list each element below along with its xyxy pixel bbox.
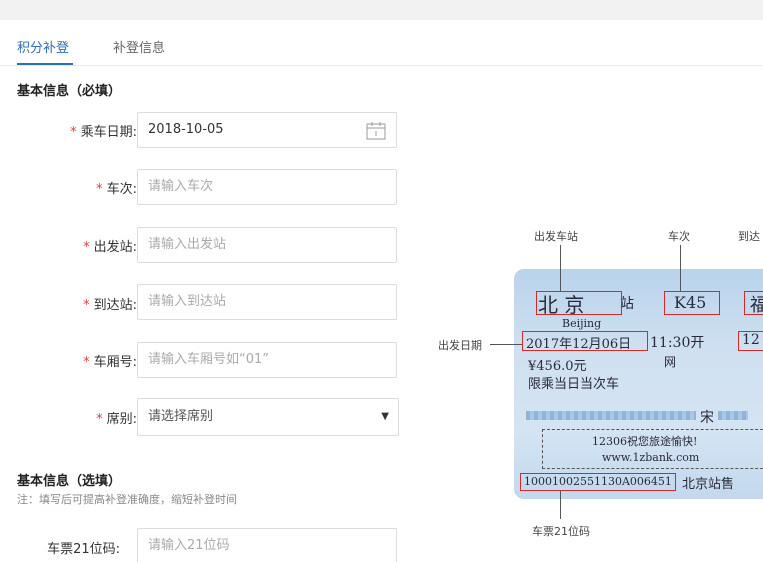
tab-supplement-info[interactable]: 补登信息 [113,40,165,58]
arrive-station-input[interactable]: 请输入到达站 [137,284,397,320]
callout-line-train-no [680,245,681,291]
caret-down-icon: ▼ [381,411,389,422]
highlight-ticket-code [520,473,676,491]
callout-depart-date: 出发日期 [438,339,482,352]
callout-ticket-code: 车票21位码 [532,525,590,538]
highlight-train-no [664,291,720,315]
optional-note: 注：填写后可提高补登准确度，缩短补登时间 [17,493,237,506]
ticket-site: www.1zbank.com [602,451,700,464]
ticket-code-input[interactable]: 请输入21位码 [137,528,397,562]
redacted-id [526,411,696,420]
train-input[interactable]: 请输入车次 [137,169,397,205]
section-title-required: 基本信息（必填） [17,84,122,99]
calendar-icon[interactable] [366,121,386,140]
carriage-input[interactable]: 请输入车厢号如“01” [137,342,397,378]
date-value: 2018-10-05 [148,122,224,137]
required-mark: * [70,125,77,140]
seat-select-value: 请选择席别 [148,409,214,424]
depart-station-input[interactable]: 请输入出发站 [137,227,397,263]
highlight-arrive-station [744,291,763,315]
ticket-price: ¥456.0元 [528,359,587,374]
ticket-name-partial: 宋 [700,410,714,426]
ticket-restriction: 限乘当日当次车 [528,377,620,392]
ticket-time: 11:30开 [650,335,705,351]
callout-line-depart-station [560,245,561,291]
tab-points-supplement[interactable]: 积分补登 [17,40,69,58]
ticket-station-suffix: 站 [620,296,634,312]
callout-train-no: 车次 [668,230,690,243]
callout-line-depart-date [490,344,522,345]
ticket-issuer: 北京站售 [682,477,735,492]
carriage-label: * 车厢号: [83,355,137,370]
ticket-example-diagram: 出发车站 车次 到达 出发日期 车票21位码 北 京 站 Beijing K45… [430,225,763,545]
callout-depart-station: 出发车站 [534,230,578,243]
highlight-depart-station [536,291,622,315]
ticket-pinyin: Beijing [562,317,602,330]
top-bar [0,0,763,20]
callout-arrive-station: 到达 [738,230,760,243]
depart-label: * 出发站: [83,240,137,255]
ticket-image: 北 京 站 Beijing K45 福 2017年12月06日 11:30开 1… [514,269,763,499]
arrive-label: * 到达站: [83,298,137,313]
tab-bar: 积分补登 补登信息 [0,20,763,66]
redacted-name [718,411,748,420]
date-field[interactable]: 2018-10-05 [137,112,397,148]
date-label: * 乘车日期: [70,125,137,140]
ticket-code-label: 车票21位码: [47,542,120,557]
ticket-slogan: 12306祝您旅途愉快! [592,435,698,448]
section-title-optional: 基本信息（选填） [17,474,122,489]
seat-label: * 席别: [96,412,137,427]
callout-line-ticket-code [560,491,561,519]
seat-select[interactable]: 请选择席别 ▼ [137,398,399,436]
highlight-date-partial [738,331,763,351]
active-tab-indicator [17,63,73,65]
train-label: * 车次: [96,182,137,197]
ticket-class-partial: 网 [664,355,677,369]
highlight-depart-date [522,331,648,351]
